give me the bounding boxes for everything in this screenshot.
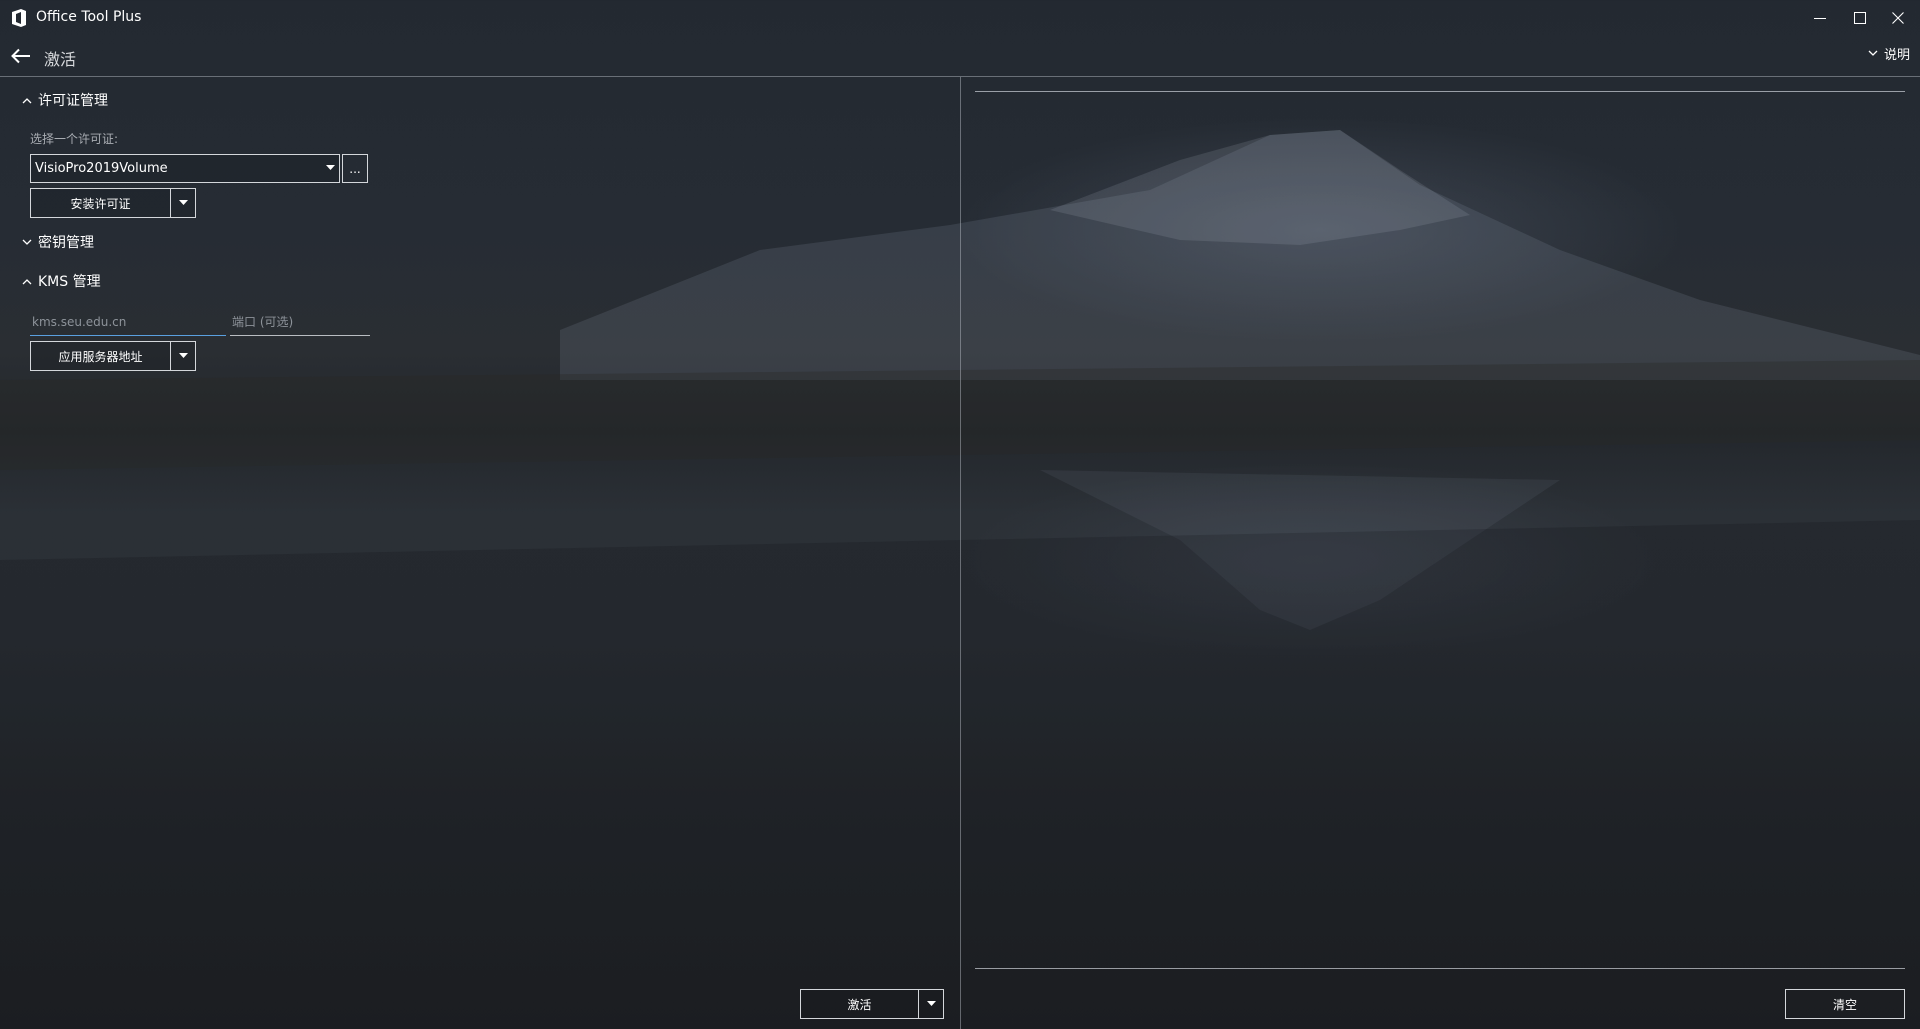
license-select-value: VisioPro2019Volume — [35, 161, 168, 176]
caret-down-icon — [926, 1001, 936, 1006]
chevron-up-icon — [22, 97, 32, 103]
help-toggle[interactable]: 说明 — [1868, 44, 1910, 63]
chevron-down-icon — [22, 239, 32, 245]
minimize-icon — [1814, 18, 1826, 19]
caret-down-icon — [178, 353, 188, 358]
log-top-border — [975, 91, 1905, 92]
apply-server-button[interactable]: 应用服务器地址 — [31, 342, 171, 370]
clear-log-button[interactable]: 清空 — [1785, 989, 1905, 1019]
activate-dropdown[interactable] — [919, 990, 943, 1018]
caret-down-icon — [326, 165, 335, 170]
kms-section-header[interactable]: KMS 管理 — [22, 271, 101, 291]
key-section-header[interactable]: 密钥管理 — [22, 232, 94, 252]
license-section-header[interactable]: 许可证管理 — [22, 90, 108, 110]
activate-split-button: 激活 — [800, 989, 944, 1019]
close-button[interactable] — [1875, 0, 1920, 36]
license-select[interactable]: VisioPro2019Volume — [30, 154, 340, 183]
help-label: 说明 — [1884, 48, 1911, 63]
kms-server-input[interactable]: kms.seu.edu.cn — [30, 308, 226, 336]
caret-down-icon — [178, 200, 188, 205]
kms-section-title: KMS 管理 — [38, 274, 101, 290]
office-logo-icon — [12, 9, 26, 27]
apply-server-split-button: 应用服务器地址 — [30, 341, 196, 371]
title-bar: Office Tool Plus — [0, 0, 1920, 36]
install-license-dropdown[interactable] — [171, 189, 195, 217]
panel-splitter[interactable] — [960, 77, 961, 1029]
chevron-up-icon — [22, 278, 32, 284]
kms-server-value: kms.seu.edu.cn — [32, 314, 127, 329]
window-title: Office Tool Plus — [36, 9, 142, 25]
key-section-title: 密钥管理 — [38, 235, 94, 251]
chevron-down-icon — [1868, 50, 1878, 56]
log-bottom-border — [975, 968, 1905, 969]
back-button[interactable] — [8, 44, 34, 68]
license-section-title: 许可证管理 — [38, 93, 108, 109]
browse-license-button[interactable]: ... — [342, 154, 368, 183]
kms-port-placeholder: 端口 (可选) — [232, 315, 294, 329]
activation-log[interactable] — [975, 93, 1905, 966]
close-icon — [1892, 12, 1904, 24]
activate-button[interactable]: 激活 — [801, 990, 919, 1018]
page-title: 激活 — [44, 50, 77, 69]
license-select-label: 选择一个许可证: — [30, 132, 119, 146]
install-license-split-button: 安装许可证 — [30, 188, 196, 218]
maximize-icon — [1854, 12, 1866, 24]
apply-server-dropdown[interactable] — [171, 342, 195, 370]
install-license-button[interactable]: 安装许可证 — [31, 189, 171, 217]
kms-port-input[interactable]: 端口 (可选) — [230, 308, 370, 336]
arrow-left-icon — [11, 48, 30, 64]
